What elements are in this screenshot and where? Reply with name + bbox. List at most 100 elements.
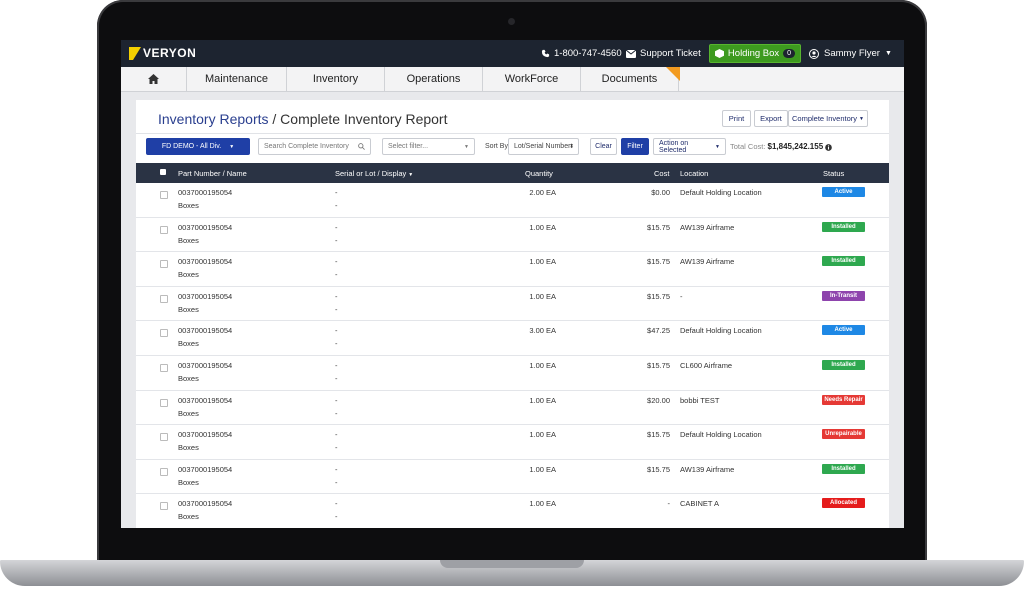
screen: VERYON 1-800-747-4560 Support Ticket Hol… [121,40,904,528]
filter-button[interactable]: Filter [621,138,649,155]
nav-label: WorkForce [504,73,559,85]
part-name: Boxes [178,408,199,418]
table-row[interactable]: 0037000195054 Boxes - - 2.00 EA $0.00 Default … [136,183,889,218]
report-select-dropdown[interactable]: Complete Inventory ▼ [788,110,868,127]
search-input[interactable]: Search Complete Inventory [258,138,371,155]
holding-box-label: Holding Box [727,48,780,59]
nav-label: Maintenance [205,73,268,85]
camera [508,18,515,25]
info-icon[interactable] [825,143,833,151]
table-row[interactable]: 0037000195054 Boxes - - 3.00 EA $47.25 Default… [136,321,889,356]
location-value: AW139 Airframe [680,222,735,232]
part-name: Boxes [178,373,199,383]
cost-value: $15.75 [647,257,670,267]
user-menu[interactable]: Sammy Flyer ▼ [809,48,892,59]
row-checkbox[interactable] [160,191,168,199]
display-value: - [335,477,338,487]
print-button[interactable]: Print [722,110,751,127]
row-checkbox[interactable] [160,398,168,407]
header-serial[interactable]: Serial or Lot / Display ▼ [335,169,413,178]
location-value: Default Holding Location [680,430,762,440]
nav-workforce[interactable]: WorkForce [483,67,581,91]
serial-value: - [335,257,338,267]
status-badge: Needs Repair [822,394,865,405]
nav-inventory[interactable]: Inventory [287,67,385,91]
division-value: FD DEMO - All Div. [161,143,222,150]
nav-home[interactable] [121,67,187,91]
logo[interactable]: VERYON [129,46,196,60]
envelope-icon [626,49,636,58]
part-number: 0037000195054 [178,326,233,336]
nav-maintenance[interactable]: Maintenance [187,67,287,91]
table-row[interactable]: 0037000195054 Boxes - -1.00 EA - CABINET A All… [136,494,889,528]
status-badge: Allocated [822,498,865,509]
row-checkbox[interactable] [160,502,168,511]
phone-link[interactable]: 1-800-747-4560 [541,48,622,59]
holding-box-button[interactable]: Holding Box 0 [709,44,801,63]
status-badge: In-Transit [822,290,865,301]
part-number: 0037000195054 [178,257,233,267]
clear-label: Clear [595,143,612,150]
part-number: 0037000195054 [178,222,233,232]
quantity-value: 1.00 EA [529,395,556,405]
holding-box-count: 0 [783,49,796,58]
display-value: - [335,512,338,522]
table-row[interactable]: 0037000195054 Boxes - - 1.00 EA $15.75 CL600 A… [136,356,889,391]
location-value: bobbi TEST [680,395,720,405]
nav-operations[interactable]: Operations [385,67,483,91]
header-quantity[interactable]: Quantity [525,169,553,178]
breadcrumb-separator: / [268,111,281,127]
location-value: Default Holding Location [680,188,762,197]
location-value: AW139 Airframe [680,464,735,474]
sort-select[interactable]: Lot/Serial Number ⬍ [508,138,579,155]
quantity-value: 2.00 EA [529,188,556,197]
sort-by-label: Sort By [485,143,508,150]
header-part[interactable]: Part Number / Name [178,169,247,178]
filter-select[interactable]: Select filter... ▼ [382,138,475,155]
display-value: - [335,339,338,349]
breadcrumb-inventory-reports[interactable]: Inventory Reports [158,111,269,127]
select-all-checkbox[interactable] [160,169,166,175]
main-nav: Maintenance Inventory Operations WorkFor… [121,67,904,92]
location-value: CABINET A [680,499,720,509]
row-checkbox[interactable] [160,225,168,234]
row-checkbox[interactable] [160,260,168,269]
header-location[interactable]: Location [680,169,708,178]
table-row[interactable]: 0037000195054 Boxes - - 1.00 EA $20.00 bobbi T… [136,391,889,426]
action-label: Action on Selected [659,139,689,154]
header-status[interactable]: Status [823,169,844,178]
sort-caret-down-icon: ▼ [408,172,414,178]
table-row[interactable]: 0037000195054 Boxes - - 1.00 EA $15.75 AW139 A… [136,218,889,253]
row-checkbox[interactable] [160,363,168,372]
row-checkbox[interactable] [160,467,168,476]
quantity-value: 1.00 EA [529,430,556,440]
header-cost[interactable]: Cost [654,169,669,178]
user-name: Sammy Flyer [824,48,880,59]
division-select[interactable]: FD DEMO - All Div. ▼ [146,138,250,155]
action-on-selected-dropdown[interactable]: Action on Selected ▼ [653,138,726,155]
clear-button[interactable]: Clear [590,138,617,155]
nav-documents[interactable]: Documents [581,67,680,91]
part-name: Boxes [178,477,199,487]
table-row[interactable]: 0037000195054 Boxes - - 1.00 EA $15.75 AW139 A… [136,460,889,495]
serial-value: - [335,291,338,301]
laptop-notch [440,560,584,568]
serial-value: - [335,464,338,474]
serial-value: - [335,499,338,509]
support-ticket-link[interactable]: Support Ticket [626,48,701,59]
quantity-value: 1.00 EA [529,291,556,301]
serial-value: - [335,326,338,336]
table-row[interactable]: 0037000195054 Boxes - - 1.00 EA $15.75 Default… [136,425,889,460]
row-checkbox[interactable] [160,294,168,303]
veryon-logo-icon [129,46,141,60]
table-row[interactable]: 0037000195054 Boxes - - 1.00 EA $15.75 AW139 A… [136,252,889,287]
status-badge: Unrepairable [822,429,865,440]
row-checkbox[interactable] [160,433,168,442]
export-button[interactable]: Export [754,110,788,127]
cost-value: $15.75 [647,360,670,370]
quantity-value: 3.00 EA [529,326,556,336]
row-checkbox[interactable] [160,329,168,338]
phone-number: 1-800-747-4560 [554,48,622,59]
cost-value: $15.75 [647,222,670,232]
table-row[interactable]: 0037000195054 Boxes - -1.00 EA $15.75- In-Tra… [136,287,889,322]
